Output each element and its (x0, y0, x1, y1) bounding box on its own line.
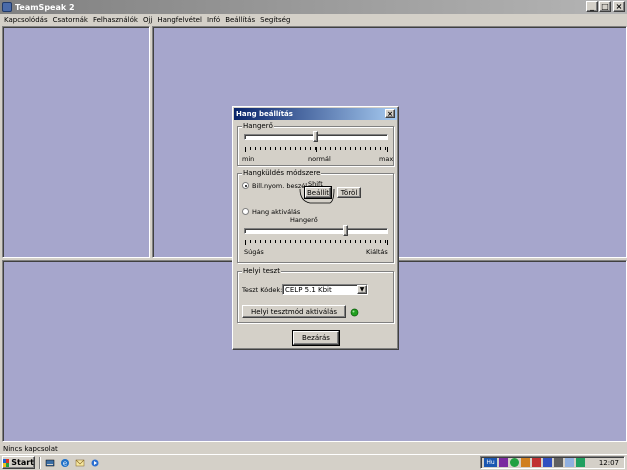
tray-app-icon-3[interactable] (521, 458, 530, 467)
va-max-label: Kiáltás (366, 248, 388, 256)
va-slider-track[interactable] (244, 228, 388, 234)
teamspeak-app-icon (2, 2, 12, 12)
media-player-icon[interactable] (90, 458, 100, 468)
window-controls: _ □ × (585, 1, 625, 12)
show-desktop-icon[interactable] (45, 458, 55, 468)
menu-item-info[interactable]: Infó (207, 16, 220, 24)
ptt-clear-button[interactable]: Töröl (337, 187, 361, 198)
local-test-label: Helyi teszt (242, 267, 281, 275)
va-slider-ticks (245, 240, 388, 243)
local-test-group: Helyi teszt Teszt Kódek: CELP 5.1 Kbit ▼… (237, 267, 394, 323)
volume-group-label: Hangerő (242, 122, 274, 130)
tray-app-icon-2[interactable] (510, 458, 519, 467)
va-min-label: Súgás (244, 248, 264, 256)
window-titlebar: TeamSpeak 2 _ □ × (0, 0, 627, 14)
menu-item-beallitas[interactable]: Beállítás (225, 16, 255, 24)
window-title: TeamSpeak 2 (15, 2, 75, 12)
volume-mid-label: normál (308, 155, 331, 163)
dropdown-arrow-icon[interactable]: ▼ (357, 285, 367, 294)
codec-label: Teszt Kódek: (242, 286, 283, 294)
taskbar-separator (39, 456, 41, 469)
windows-flag-icon (3, 458, 10, 467)
va-tick-min (245, 240, 246, 245)
status-bar: Nincs kapcsolat (0, 444, 627, 454)
volume-icon[interactable] (565, 458, 574, 467)
dialog-close-button[interactable]: × (385, 109, 395, 118)
volume-max-label: max (379, 155, 394, 163)
va-slider-thumb[interactable] (343, 225, 348, 236)
tray-app-icon-5[interactable] (543, 458, 552, 467)
tray-app-icon-6[interactable] (576, 458, 585, 467)
tray-app-icon-4[interactable] (532, 458, 541, 467)
status-text: Nincs kapcsolat (3, 445, 58, 453)
activate-local-test-button[interactable]: Helyi tesztmód aktiválás (242, 305, 346, 318)
menu-item-hangfelvetel[interactable]: Hangfelvétel (157, 16, 202, 24)
system-tray: Hu 12:07 (480, 456, 625, 469)
menu-item-segitseg[interactable]: Segítség (260, 16, 290, 24)
menu-item-ojj[interactable]: Ojj (143, 16, 152, 24)
svg-text:e: e (63, 459, 67, 467)
dialog-titlebar: Hang beállítás × (234, 108, 397, 120)
ptt-radio[interactable] (242, 182, 249, 189)
va-tick-max (387, 240, 388, 245)
language-hu-icon[interactable]: Hu (484, 458, 497, 467)
outlook-express-icon[interactable] (75, 458, 85, 468)
dialog-title: Hang beállítás (236, 110, 293, 118)
codec-select[interactable]: CELP 5.1 Kbit ▼ (282, 284, 368, 295)
volume-group: Hangerő min normál max (237, 122, 394, 166)
taskbar: Start e Hu 12:07 (0, 454, 627, 470)
channel-tree-pane[interactable] (2, 26, 150, 258)
codec-select-value: CELP 5.1 Kbit (285, 285, 332, 294)
volume-min-label: min (242, 155, 255, 163)
start-label: Start (11, 458, 34, 467)
taskbar-clock[interactable]: 12:07 (599, 459, 619, 467)
voice-activation-radio[interactable] (242, 208, 249, 215)
sound-settings-dialog: Hang beállítás × Hangerő min normál max … (232, 106, 399, 350)
volume-tick-mid (316, 147, 317, 152)
transmit-method-label: Hangküldés módszere (242, 169, 322, 177)
volume-slider-thumb[interactable] (313, 131, 318, 142)
tray-app-icon-1[interactable] (499, 458, 508, 467)
menu-item-csatornak[interactable]: Csatornák (53, 16, 88, 24)
menu-item-felhasznalok[interactable]: Felhasználók (93, 16, 138, 24)
close-dialog-button[interactable]: Bezárás (292, 330, 340, 346)
close-button[interactable]: × (613, 1, 625, 12)
start-button[interactable]: Start (2, 456, 35, 469)
maximize-button[interactable]: □ (599, 1, 611, 12)
voice-activation-label: Hang aktiválás (252, 208, 301, 216)
transmit-method-group: Hangküldés módszere Bill.nyom. beszél Sh… (237, 169, 394, 263)
network-icon[interactable] (554, 458, 563, 467)
va-volume-label: Hangerő (290, 216, 318, 224)
status-led-icon (350, 308, 359, 317)
minimize-button[interactable]: _ (586, 1, 598, 12)
internet-explorer-icon[interactable]: e (60, 458, 70, 468)
menu-item-kapcsolodas[interactable]: Kapcsolódás (4, 16, 48, 24)
volume-tick-max (387, 147, 388, 152)
volume-tick-min (245, 147, 246, 152)
ptt-set-button[interactable]: Beállít (304, 186, 332, 199)
menu-bar: Kapcsolódás Csatornák Felhasználók Ojj H… (0, 14, 627, 26)
